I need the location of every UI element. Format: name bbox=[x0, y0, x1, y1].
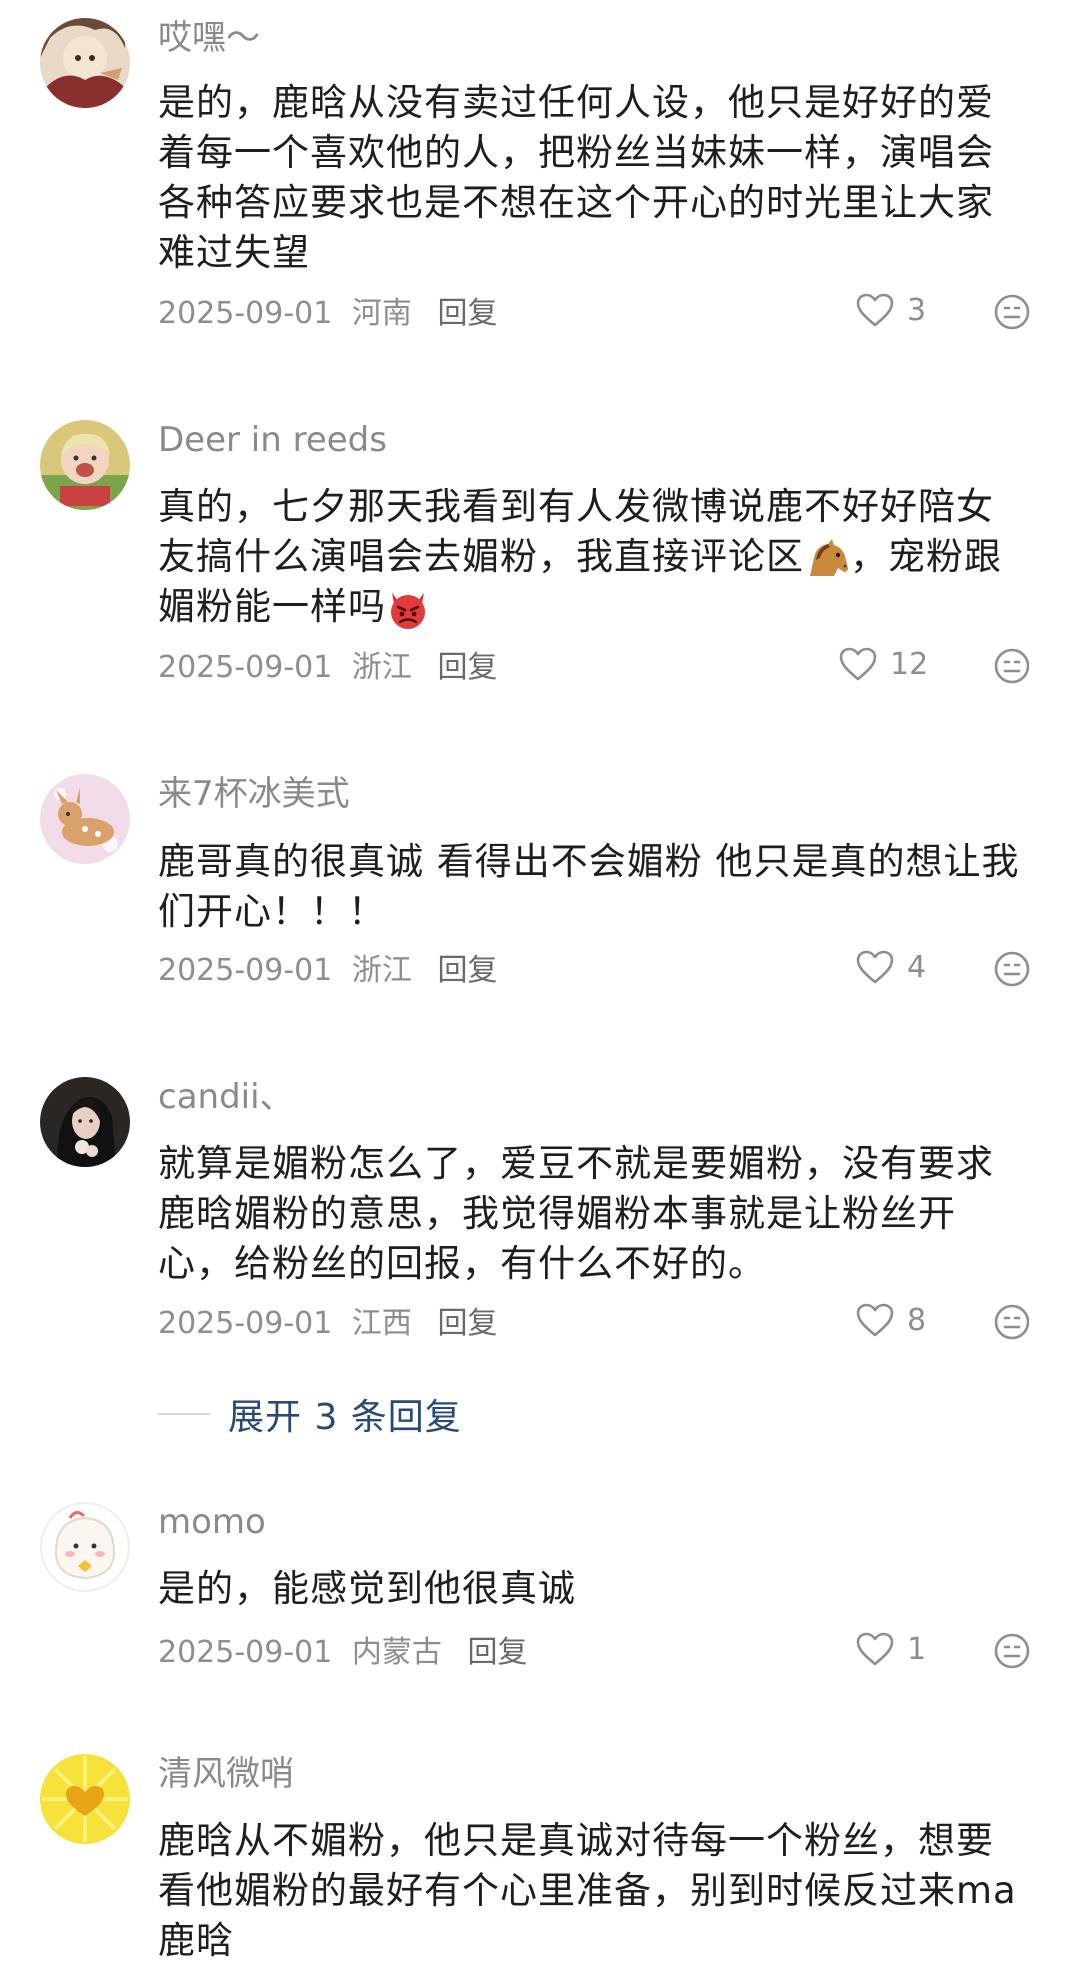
comment-date: 2025-09-01 bbox=[158, 1306, 333, 1341]
reply-button[interactable]: 回复 bbox=[437, 1306, 497, 1341]
comment-meta: 2025-09-01 浙江 回复 bbox=[158, 951, 507, 991]
emoji-react-icon bbox=[994, 1304, 1030, 1340]
username[interactable]: 来7杯冰美式 bbox=[158, 772, 350, 816]
like-button[interactable]: 1 bbox=[855, 1631, 926, 1667]
heart-outline-icon bbox=[839, 647, 877, 681]
comment-location: 浙江 bbox=[351, 953, 412, 988]
heart-outline-icon bbox=[856, 950, 894, 984]
comment-meta: 2025-09-01 浙江 回复 bbox=[158, 648, 507, 688]
comment-meta: 2025-09-01 河南 回复 bbox=[158, 294, 507, 334]
like-count: 1 bbox=[907, 1631, 927, 1667]
emoji-react-icon bbox=[994, 1633, 1030, 1669]
comment-line: 着每一个喜欢他的人，把粉丝当妹妹一样，演唱会 bbox=[158, 131, 994, 174]
comment-text: 是的，能感觉到他很真诚 bbox=[158, 1564, 1038, 1614]
comment-line: 媚粉能一样吗 bbox=[158, 582, 1038, 632]
emoji-react-button[interactable] bbox=[993, 647, 1031, 685]
comment-line: 各种答应要求也是不想在这个开心的时光里让大家 bbox=[158, 181, 994, 224]
emoji-react-icon bbox=[994, 294, 1030, 330]
heart-outline-icon bbox=[856, 1632, 894, 1666]
comment-text: 是的，鹿晗从没有卖过任何人设，他只是好好的爱 着每一个喜欢他的人，把粉丝当妹妹一… bbox=[158, 78, 1038, 278]
avatar[interactable] bbox=[40, 1502, 130, 1592]
comment-location: 江西 bbox=[351, 1306, 412, 1341]
angry-devil-emoji bbox=[391, 592, 425, 629]
expand-replies-button[interactable]: 展开 3 条回复 bbox=[158, 1388, 462, 1440]
divider bbox=[158, 1413, 210, 1415]
like-count: 4 bbox=[907, 949, 927, 985]
heart-outline-icon bbox=[856, 1303, 894, 1337]
emoji-react-icon bbox=[994, 648, 1030, 684]
comment-line: 难过失望 bbox=[158, 231, 310, 274]
comment-text: 真的，七夕那天我看到有人发微博说鹿不好好陪女 友搞什么演唱会去媚粉，我直接评论区… bbox=[158, 482, 1038, 632]
avatar[interactable] bbox=[40, 1754, 130, 1844]
comment-text: 鹿哥真的很真诚 看得出不会媚粉 他只是真的想让我 们开心！！！ bbox=[158, 837, 1038, 937]
comment-line: 鹿晗媚粉的意思，我觉得媚粉本事就是让粉丝开 bbox=[158, 1192, 956, 1235]
comment-location: 内蒙古 bbox=[351, 1635, 442, 1670]
emoji-react-button[interactable] bbox=[993, 950, 1031, 988]
comment-location: 河南 bbox=[351, 296, 412, 331]
horse-emoji bbox=[810, 538, 848, 576]
comment-text: 就算是媚粉怎么了，爱豆不就是要媚粉，没有要求 鹿晗媚粉的意思，我觉得媚粉本事就是… bbox=[158, 1139, 1038, 1289]
like-button[interactable]: 4 bbox=[855, 949, 926, 985]
username[interactable]: 哎嘿～ bbox=[158, 16, 260, 60]
comment-meta: 2025-09-01 江西 回复 bbox=[158, 1304, 507, 1344]
like-count: 12 bbox=[890, 646, 929, 682]
username[interactable]: momo bbox=[158, 1500, 266, 1544]
comment-line: 真的，七夕那天我看到有人发微博说鹿不好好陪女 bbox=[158, 485, 994, 528]
expand-replies-label: 展开 3 条回复 bbox=[228, 1397, 462, 1438]
reply-button[interactable]: 回复 bbox=[437, 650, 497, 685]
comment-line: 是的，能感觉到他很真诚 bbox=[158, 1567, 576, 1610]
comment-line: 们开心！！！ bbox=[158, 890, 386, 933]
comment-date: 2025-09-01 bbox=[158, 1635, 333, 1670]
comment-date: 2025-09-01 bbox=[158, 296, 333, 331]
emoji-react-button[interactable] bbox=[993, 293, 1031, 331]
comment-line: 心，给粉丝的回报，有什么不好的。 bbox=[158, 1242, 766, 1285]
like-button[interactable]: 12 bbox=[838, 646, 928, 682]
avatar[interactable] bbox=[40, 774, 130, 864]
reply-button[interactable]: 回复 bbox=[437, 953, 497, 988]
reply-button[interactable]: 回复 bbox=[437, 296, 497, 331]
comment-text: 鹿晗从不媚粉，他只是真诚对待每一个粉丝，想要 看他媚粉的最好有个心里准备，别到时… bbox=[158, 1816, 1038, 1966]
comment-line: 友搞什么演唱会去媚粉，我直接评论区 ，宠粉跟 bbox=[158, 532, 1038, 582]
comment-line: 看他媚粉的最好有个心里准备，别到时候反过来ma bbox=[158, 1869, 1017, 1912]
username[interactable]: 清风微哨 bbox=[158, 1752, 294, 1796]
reply-button[interactable]: 回复 bbox=[467, 1635, 527, 1670]
emoji-react-button[interactable] bbox=[993, 1303, 1031, 1341]
username[interactable]: candii、 bbox=[158, 1075, 294, 1119]
like-count: 8 bbox=[907, 1302, 927, 1338]
comment-line-part: ，宠粉跟 bbox=[850, 535, 1002, 578]
heart-outline-icon bbox=[856, 293, 894, 327]
comment-line-part: 友搞什么演唱会去媚粉，我直接评论区 bbox=[158, 535, 804, 578]
comment-line: 就算是媚粉怎么了，爱豆不就是要媚粉，没有要求 bbox=[158, 1142, 994, 1185]
comment-line: 鹿晗从不媚粉，他只是真诚对待每一个粉丝，想要 bbox=[158, 1819, 994, 1862]
like-button[interactable]: 8 bbox=[855, 1302, 926, 1338]
comment-line: 是的，鹿晗从没有卖过任何人设，他只是好好的爱 bbox=[158, 81, 994, 124]
comment-date: 2025-09-01 bbox=[158, 953, 333, 988]
avatar[interactable] bbox=[40, 1077, 130, 1167]
comment-line: 鹿晗 bbox=[158, 1919, 234, 1962]
like-count: 3 bbox=[907, 292, 927, 328]
comment-date: 2025-09-01 bbox=[158, 650, 333, 685]
emoji-react-icon bbox=[994, 951, 1030, 987]
comment-line-part: 媚粉能一样吗 bbox=[158, 585, 386, 628]
username[interactable]: Deer in reeds bbox=[158, 418, 387, 462]
like-button[interactable]: 3 bbox=[855, 292, 926, 328]
avatar[interactable] bbox=[40, 420, 130, 510]
avatar[interactable] bbox=[40, 18, 130, 108]
comment-meta: 2025-09-01 内蒙古 回复 bbox=[158, 1633, 537, 1673]
emoji-react-button[interactable] bbox=[993, 1632, 1031, 1670]
comment-line: 鹿哥真的很真诚 看得出不会媚粉 他只是真的想让我 bbox=[158, 840, 1020, 883]
comment-location: 浙江 bbox=[351, 650, 412, 685]
